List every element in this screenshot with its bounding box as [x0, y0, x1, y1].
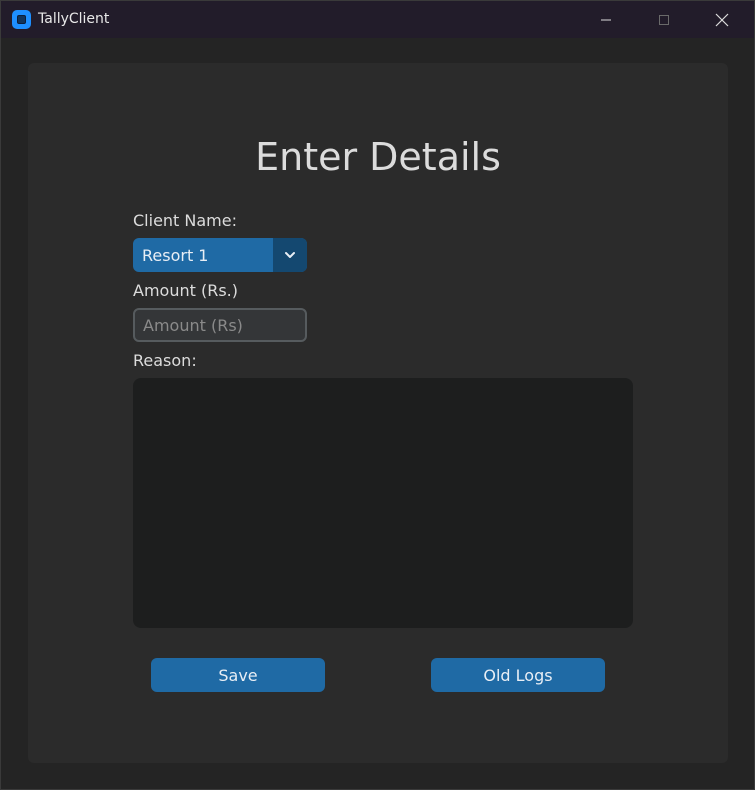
app-window: TallyClient Enter Details Client Name: R… [0, 0, 755, 790]
client-name-label: Client Name: [133, 211, 237, 230]
minimize-button[interactable] [577, 1, 635, 38]
maximize-icon [659, 14, 669, 25]
reason-label: Reason: [133, 351, 197, 370]
details-panel: Enter Details Client Name: Resort 1 Amou… [28, 63, 728, 763]
amount-input[interactable] [133, 308, 307, 342]
window-title: TallyClient [38, 11, 110, 27]
reason-textarea[interactable] [133, 378, 633, 628]
title-bar[interactable]: TallyClient [1, 1, 754, 38]
client-name-dropdown[interactable]: Resort 1 [133, 238, 307, 272]
minimize-icon [601, 19, 611, 20]
dropdown-toggle[interactable] [273, 238, 307, 272]
amount-label: Amount (Rs.) [133, 281, 238, 300]
close-button[interactable] [693, 1, 751, 38]
maximize-button[interactable] [635, 1, 693, 38]
save-button[interactable]: Save [151, 658, 325, 692]
client-name-selected: Resort 1 [142, 246, 209, 265]
chevron-down-icon [285, 252, 295, 258]
old-logs-button[interactable]: Old Logs [431, 658, 605, 692]
app-icon [12, 10, 31, 29]
page-title: Enter Details [255, 135, 501, 179]
close-icon [715, 13, 729, 26]
